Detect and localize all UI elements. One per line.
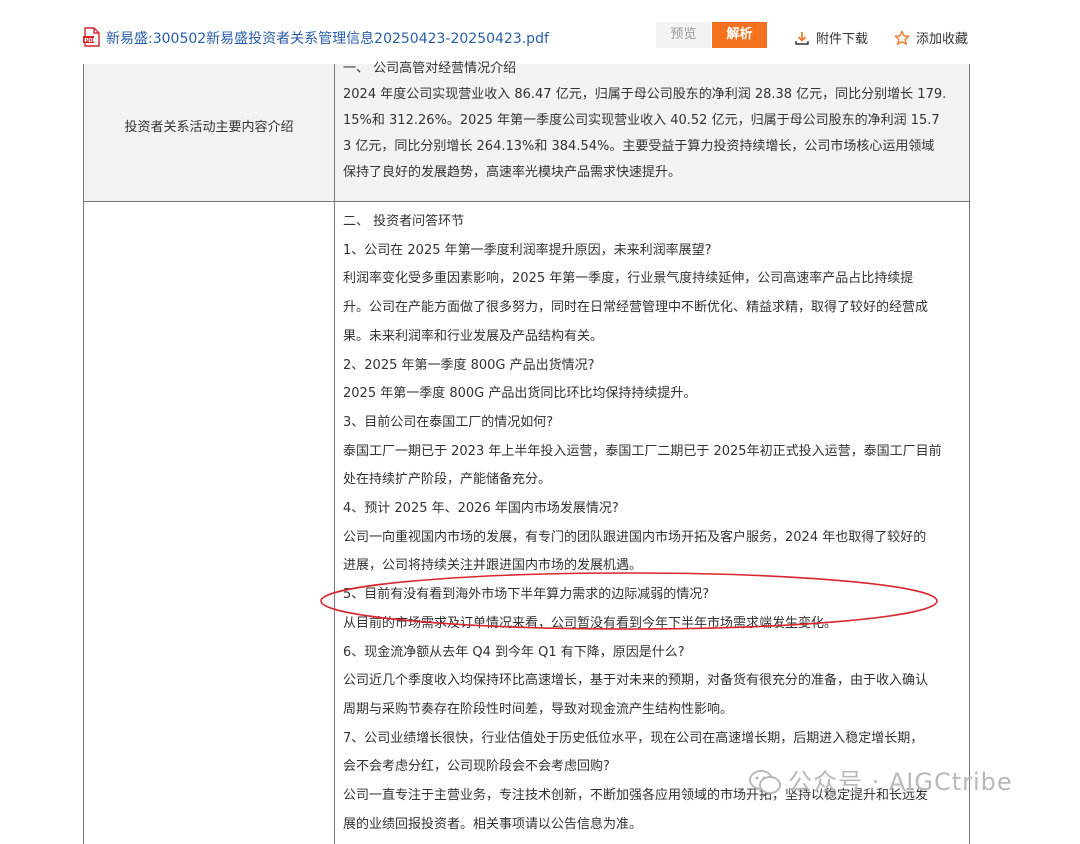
- content-line: 处在持续扩产阶段，产能储备充分。: [343, 472, 552, 488]
- content-line: 二、 投资者问答环节: [343, 214, 465, 229]
- content-line: 3、目前公司在泰国工厂的情况如何?: [343, 414, 554, 430]
- watermark: 公众号 · AIGCtribe: [748, 762, 1013, 797]
- row-content: 二、 投资者问答环节 1、公司在 2025 年第一季度利润率提升原因，未来利润率…: [343, 208, 963, 839]
- content-line: 6、现金流净额从去年 Q4 到今年 Q1 有下降，原因是什么?: [343, 644, 685, 660]
- content-line: 泰国工厂一期已于 2023 年上半年投入运营，泰国工厂二期已于 2025年初正式…: [343, 443, 942, 459]
- preview-button[interactable]: 预览: [656, 22, 711, 48]
- content-line: 一、 公司高管对经营情况介绍: [343, 61, 517, 76]
- content-line: 2024 年度公司实现营业收入 86.47 亿元，归属于母公司股东的净利润 28…: [343, 87, 947, 102]
- content-line: 4、预计 2025 年、2026 年国内市场发展情况?: [343, 501, 619, 517]
- content-line: 升。公司在产能方面做了很多努力，同时在日常经营管理中不断优化、精益求精，取得了较…: [343, 300, 929, 316]
- content-line: 利润率变化受多重因素影响，2025 年第一季度，行业景气度持续延伸，公司高速率产…: [343, 271, 914, 287]
- wechat-icon: [749, 770, 781, 794]
- content-line: 2、2025 年第一季度 800G 产品出货情况?: [343, 357, 595, 373]
- file-title-link[interactable]: 新易盛:300502新易盛投资者关系管理信息20250423-20250423.…: [106, 28, 549, 48]
- content-line: 保持了良好的发展趋势，高速率光模块产品需求快速提升。: [343, 165, 682, 180]
- add-favorite-button[interactable]: 添加收藏: [893, 28, 969, 47]
- content-line: 展的业绩回报投资者。相关事项请以公告信息为准。: [343, 816, 643, 832]
- table-row: 投资者关系活动主要内容介绍 一、 公司高管对经营情况介绍 2024 年度公司实现…: [84, 61, 969, 202]
- row-content: 一、 公司高管对经营情况介绍 2024 年度公司实现营业收入 86.47 亿元，…: [343, 56, 963, 186]
- watermark-text: 公众号 · AIGCtribe: [788, 768, 1013, 796]
- content-line: 3 亿元，同比分别增长 264.13%和 384.54%。主要受益于算力投资持续…: [343, 139, 935, 154]
- highlight-ellipse-annotation: [320, 572, 938, 630]
- content-line: 公司近几个季度收入均保持环比高速增长，基于对未来的预期，对备货有很充分的准备，由…: [343, 673, 929, 689]
- download-label: 附件下载: [816, 32, 869, 47]
- svg-text:PDF: PDF: [84, 38, 97, 44]
- download-attachment-button[interactable]: 附件下载: [794, 28, 868, 47]
- investor-relations-table: 投资者关系活动主要内容介绍 一、 公司高管对经营情况介绍 2024 年度公司实现…: [83, 61, 970, 844]
- content-line: 周期与采购节奏存在阶段性时间差，导致对现金流产生结构性影响。: [343, 701, 734, 717]
- parse-button[interactable]: 解析: [712, 22, 767, 48]
- download-icon: [795, 32, 809, 45]
- content-line: 公司一向重视国内市场的发展，有专门的团队跟进国内市场开拓及客户服务，2024 年…: [343, 529, 927, 545]
- pdf-file-icon: PDF: [83, 27, 100, 47]
- content-line: 15%和 312.26%。2025 年第一季度公司实现营业收入 40.52 亿元…: [343, 113, 940, 128]
- column-divider: [334, 64, 335, 844]
- star-icon: [893, 29, 911, 46]
- content-line: 果。未来利润率和行业发展及产品结构有关。: [343, 328, 604, 344]
- row-label: 投资者关系活动主要内容介绍: [124, 120, 294, 135]
- favorite-label: 添加收藏: [916, 32, 969, 47]
- content-line: 1、公司在 2025 年第一季度利润率提升原因，未来利润率展望?: [343, 242, 712, 258]
- content-line: 7、公司业绩增长很快，行业估值处于历史低位水平，现在公司在高速增长期，后期进入稳…: [343, 730, 924, 746]
- content-line: 2025 年第一季度 800G 产品出货同比环比均保持持续提升。: [343, 386, 697, 402]
